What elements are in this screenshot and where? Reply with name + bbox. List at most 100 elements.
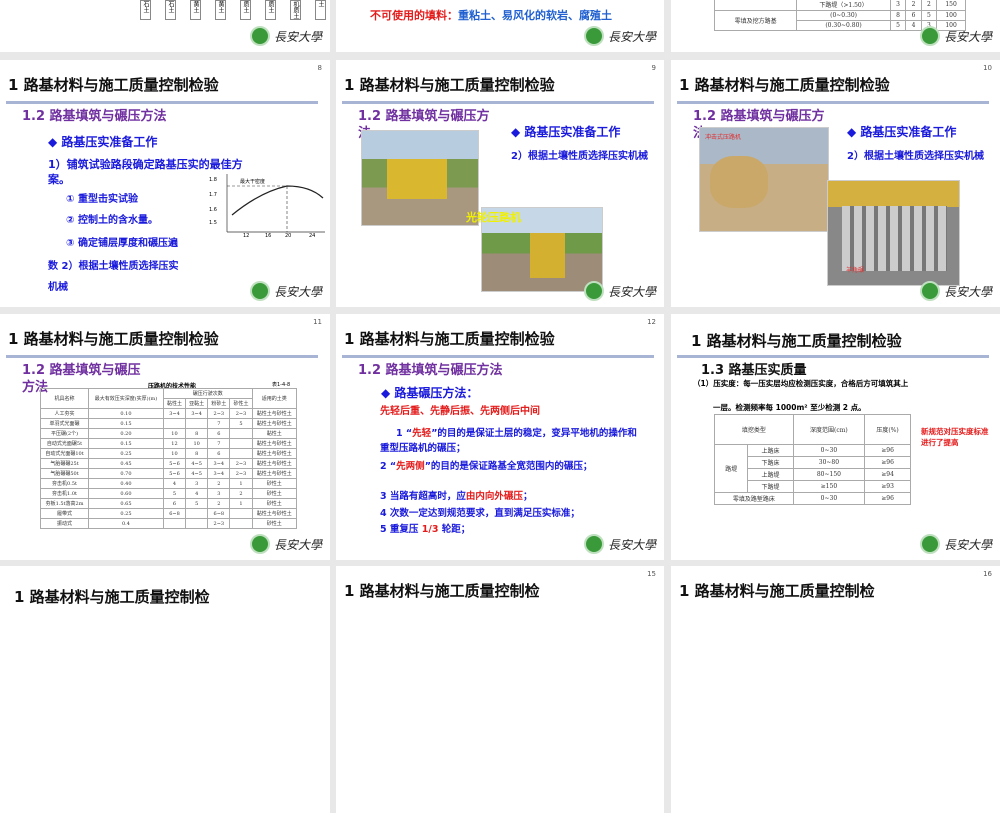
- slide-thumbnail-5[interactable]: 石土 石土 黄土 黄土 质土 质土 机质土 土 质土 粘土 细土 長安大學: [0, 0, 330, 52]
- slide-number: 15: [647, 570, 656, 578]
- table-cell: 夯击机0.5t: [39, 478, 90, 489]
- table-cell: [229, 518, 253, 529]
- table-cell: [185, 518, 209, 529]
- paragraph: 数 2）根据土壤性质选择压实: [48, 261, 179, 272]
- title-divider: [6, 101, 318, 104]
- roller-photo: [361, 130, 479, 226]
- table-row: 平压碾(2个) 0.20 10 8 6 黏性土: [39, 428, 298, 439]
- table-cell: 4: [185, 488, 209, 499]
- list-item: ① 重型击实试验: [66, 194, 138, 205]
- university-logo: 長安大學: [583, 281, 656, 301]
- table-cell: 平压碾(2个): [39, 428, 90, 439]
- table-cell: 黏性土与砂性土: [251, 408, 298, 419]
- principle-text: 先轻后重、先静后振、先两侧后中间: [380, 406, 540, 417]
- table-cell: 0.25: [88, 448, 164, 459]
- table-cell: [185, 508, 209, 519]
- university-logo: 長安大學: [919, 281, 992, 301]
- slide-thumbnail-11[interactable]: 11 1 路基材料与施工质量控制检验 1.2 路基填筑与碾压方法 压路机的技术性…: [0, 314, 330, 560]
- table-cell: 6: [207, 448, 231, 459]
- rule-2: 2 “先两侧”的目的是保证路基全宽范围内的碾压；: [380, 461, 593, 472]
- table-cell: 2: [229, 488, 253, 499]
- university-logo: 長安大學: [249, 281, 322, 301]
- sub-header: 黏性土: [162, 398, 187, 409]
- table-cell: 单羽式光面碾: [39, 418, 90, 429]
- slide-thumbnail-13[interactable]: 1 路基材料与施工质量控制检验 1.3 路基压实质量 （1）压实度：每一压实层均…: [671, 314, 1000, 560]
- table-cell: 12: [162, 438, 187, 449]
- slide-thumbnail-9[interactable]: 9 1 路基材料与施工质量控制检验 1.2 路基填筑与碾压方法 光轮压路机 ◆ …: [336, 60, 664, 307]
- slide-number: 8: [317, 64, 322, 72]
- slide-thumbnail-12[interactable]: 12 1 路基材料与施工质量控制检验 1.2 路基填筑与碾压方法 ◆ 路基碾压方…: [336, 314, 664, 560]
- paragraph: 2）根据土壤性质选择压实机械: [847, 151, 984, 162]
- col-header: 最大有效压实深度(实厚)(m): [88, 388, 164, 409]
- university-logo: 長安大學: [583, 26, 656, 46]
- table-cell: 人工夯实: [39, 408, 90, 419]
- table-cell: 3~4: [207, 468, 231, 479]
- list-item: ② 控制土的含水量。: [66, 215, 158, 226]
- slide-number: 12: [647, 318, 656, 326]
- title-divider: [677, 101, 989, 104]
- slide-thumbnail-16[interactable]: 16 1 路基材料与施工质量控制检: [671, 566, 1000, 813]
- university-logo: 長安大學: [919, 26, 992, 46]
- title-divider: [342, 355, 654, 358]
- sub-header: 亚黏土: [185, 398, 209, 409]
- slide-thumbnail-8[interactable]: 8 1 路基材料与施工质量控制检验 1.2 路基填筑与碾压方法 ◆ 路基压实准备…: [0, 60, 330, 307]
- table-cell: 3: [207, 488, 231, 499]
- table-row: 夯板1.5t落高2m 0.65 6 5 2 1 砂性土: [39, 498, 298, 509]
- slide-thumbnail-7[interactable]: 下路堤（>1.50） 3 2 2 150 零填及挖方路基 (0~0.30) 8 6 5 100 (…: [671, 0, 1000, 52]
- section-subtitle: 1.3 路基压实质量: [701, 363, 807, 378]
- table-cell: 2~3: [207, 518, 231, 529]
- curve-plot: [226, 174, 325, 233]
- table-cell: 8: [185, 448, 209, 459]
- slide-thumbnail-14[interactable]: 1 路基材料与施工质量控制检: [0, 566, 330, 813]
- chart-annotation: 最大干密度: [240, 179, 266, 185]
- table-cell: 7: [207, 438, 231, 449]
- photo-caption: 冲击式压路机: [705, 134, 742, 141]
- table-cell: 3~4: [162, 408, 187, 419]
- table-cell: 夯板1.5t落高2m: [39, 498, 90, 509]
- photo-caption: 羊角碾: [846, 267, 865, 274]
- table-cell: 4~5: [185, 468, 209, 479]
- table-cell: 6: [207, 428, 231, 439]
- table-cell: 5~6: [162, 458, 187, 469]
- table-cell: 3~4: [185, 408, 209, 419]
- table-cell: 4~5: [185, 458, 209, 469]
- compaction-standard-table: 填挖类型 深度范围(cm) 压度(%) 路堤 上路床 0~30 ≥96 下路床 30~80 ≥…: [713, 414, 911, 505]
- university-logo: 長安大學: [249, 534, 322, 554]
- rule-4: 4 次数一定达到规范要求，直到满足压实标准；: [380, 508, 580, 519]
- table-cell: 1: [229, 478, 253, 489]
- table-cell: 5: [162, 488, 187, 499]
- title-divider: [677, 355, 989, 358]
- table-cell: 砂性土: [251, 518, 298, 529]
- table-cell: 0.4: [88, 518, 164, 529]
- table-row: 履带式 0.25 6~8 6~8 黏性土与砂性土: [39, 508, 298, 519]
- unusable-fill-text: 不可使用的填料：重粘土、易风化的软岩、腐殖土: [370, 9, 612, 22]
- table-row: 夯击机0.5t 0.40 4 3 2 1 砂性土: [39, 478, 298, 489]
- table-cell: 0.15: [88, 418, 164, 429]
- table-row: 人工夯实 0.10 3~4 3~4 2~3 2~3 黏性土与砂性土: [39, 408, 298, 419]
- table-cell: 砂性土: [251, 498, 298, 509]
- table-cell: 6~8: [162, 508, 187, 519]
- table-cell: 黏性土与砂性土: [251, 438, 298, 449]
- table-row: 振动式 0.4 2~3 砂性土: [39, 518, 298, 529]
- photo-caption: 光轮压路机: [466, 211, 521, 224]
- y-tick: 1.8: [209, 177, 217, 183]
- table-cell: 夯击机1.0t: [39, 488, 90, 499]
- sub-header: 粉砂土: [207, 398, 231, 409]
- slide-thumbnail-15[interactable]: 15 1 路基材料与施工质量控制检: [336, 566, 664, 813]
- compaction-curve-chart: 最大干密度 1.8 1.7 1.6 1.5 12 16 20 24: [205, 172, 327, 242]
- slide-thumbnail-10[interactable]: 10 1 路基材料与施工质量控制检验 1.2 路基填筑与碾压方法 冲击式压路机 …: [671, 60, 1000, 307]
- table-cell: 10: [162, 428, 187, 439]
- table-cell: 5~6: [162, 468, 187, 479]
- table-cell: 0.40: [88, 478, 164, 489]
- table-cell: 0.45: [88, 458, 164, 469]
- note-text: 新规范对压实度标准进行了提高: [921, 427, 989, 447]
- section-subtitle: 1.2 路基填筑与碾压方法: [22, 109, 167, 124]
- vertical-labels: 石土 石土 黄土 黄土 质土 质土 机质土 土 质土 粘土 细土: [140, 0, 330, 20]
- table-cell: 6~8: [207, 508, 231, 519]
- slide-thumbnail-6[interactable]: 不可使用的填料：重粘土、易风化的软岩、腐殖土 長安大學: [336, 0, 664, 52]
- table-cell: 砂性土: [251, 478, 298, 489]
- y-tick: 1.7: [209, 192, 217, 198]
- slide-title: 1 路基材料与施工质量控制检验: [691, 332, 902, 350]
- roller-performance-table: 机具名称 最大有效压实深度(实厚)(m) 碾压行驶次数 适用的土类 黏性土 亚黏土 粉砂土砂…: [39, 388, 298, 529]
- table-cell: 0.65: [88, 498, 164, 509]
